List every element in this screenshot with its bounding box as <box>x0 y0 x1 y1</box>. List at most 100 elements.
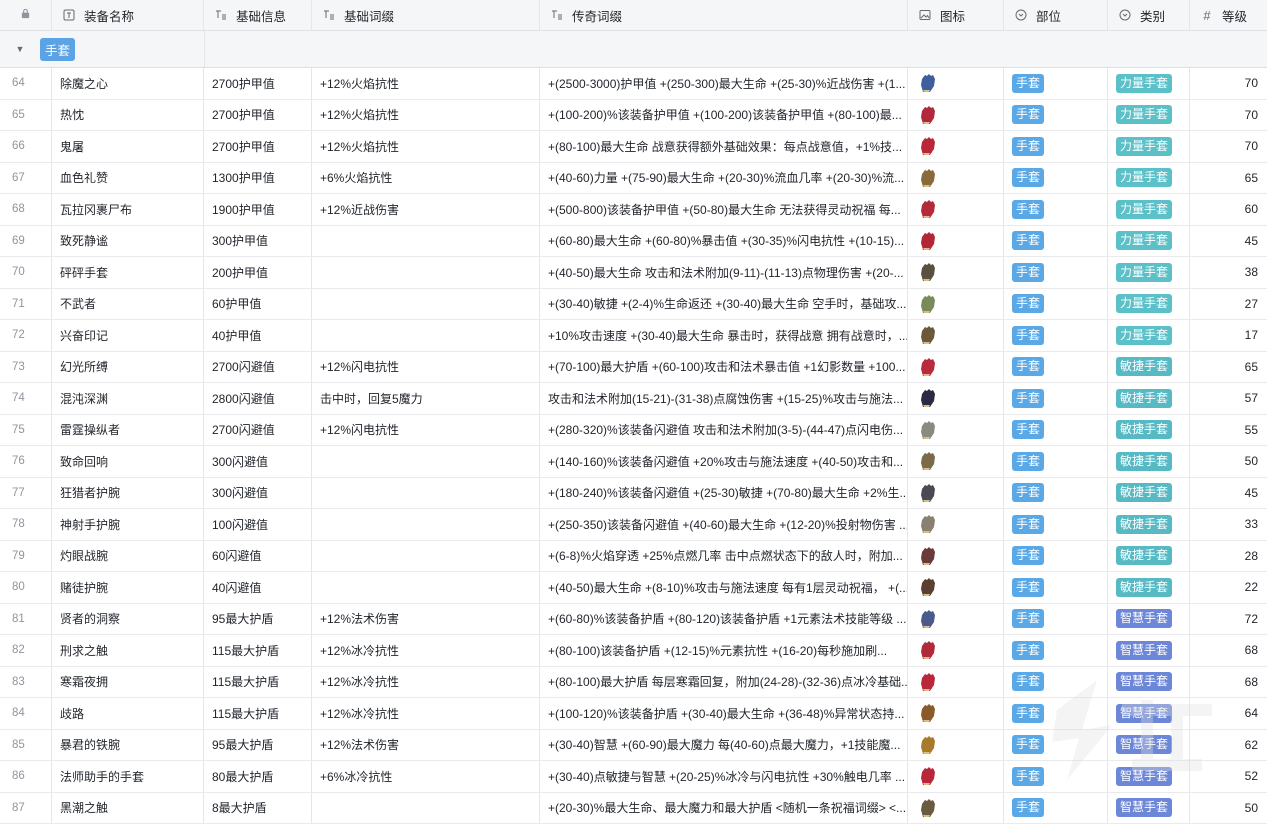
cell-name[interactable]: 刑求之触 <box>52 635 204 666</box>
cell-name[interactable]: 贤者的洞察 <box>52 604 204 635</box>
cell-slot[interactable]: 手套 <box>1004 572 1108 603</box>
cell-icon[interactable] <box>908 667 1004 698</box>
cell-legend[interactable]: +(40-60)力量 +(75-90)最大生命 +(20-30)%流血几率 +(… <box>540 163 908 194</box>
cell-name[interactable]: 混沌深渊 <box>52 383 204 414</box>
cell-name[interactable]: 血色礼赞 <box>52 163 204 194</box>
table-row[interactable]: 73幻光所缚2700闪避值+12%闪电抗性+(70-100)最大护盾 +(60-… <box>0 352 1267 384</box>
cell-legend[interactable]: +(60-80)%该装备护盾 +(80-120)该装备护盾 +1元素法术技能等级… <box>540 604 908 635</box>
table-row[interactable]: 67血色礼赞1300护甲值+6%火焰抗性+(40-60)力量 +(75-90)最… <box>0 163 1267 195</box>
table-row[interactable]: 64除魔之心2700护甲值+12%火焰抗性+(2500-3000)护甲值 +(2… <box>0 68 1267 100</box>
cell-name[interactable]: 黑潮之触 <box>52 793 204 824</box>
cell-info[interactable]: 2700闪避值 <box>204 352 312 383</box>
cell-name[interactable]: 暴君的铁腕 <box>52 730 204 761</box>
cell-type[interactable]: 智慧手套 <box>1108 793 1190 824</box>
cell-type[interactable]: 力量手套 <box>1108 194 1190 225</box>
cell-info[interactable]: 60闪避值 <box>204 541 312 572</box>
cell-base[interactable]: +12%火焰抗性 <box>312 100 540 131</box>
cell-icon[interactable] <box>908 446 1004 477</box>
cell-icon[interactable] <box>908 635 1004 666</box>
cell-info[interactable]: 2800闪避值 <box>204 383 312 414</box>
table-row[interactable]: 74混沌深渊2800闪避值击中时，回复5魔力攻击和法术附加(15-21)-(31… <box>0 383 1267 415</box>
cell-legend[interactable]: +(30-40)敏捷 +(2-4)%生命返还 +(30-40)最大生命 空手时，… <box>540 289 908 320</box>
cell-info[interactable]: 80最大护盾 <box>204 761 312 792</box>
cell-slot[interactable]: 手套 <box>1004 194 1108 225</box>
cell-legend[interactable]: 攻击和法术附加(15-21)-(31-38)点腐蚀伤害 +(15-25)%攻击与… <box>540 383 908 414</box>
cell-base[interactable] <box>312 226 540 257</box>
header-level[interactable]: # 等级 <box>1190 0 1267 30</box>
cell-info[interactable]: 95最大护盾 <box>204 730 312 761</box>
cell-slot[interactable]: 手套 <box>1004 635 1108 666</box>
cell-base[interactable]: +6%冰冷抗性 <box>312 761 540 792</box>
cell-name[interactable]: 寒霜夜拥 <box>52 667 204 698</box>
cell-name[interactable]: 歧路 <box>52 698 204 729</box>
cell-type[interactable]: 力量手套 <box>1108 131 1190 162</box>
cell-legend[interactable]: +(100-120)%该装备护盾 +(30-40)最大生命 +(36-48)%异… <box>540 698 908 729</box>
cell-level[interactable]: 60 <box>1190 194 1267 225</box>
cell-legend[interactable]: +(80-100)最大生命 战意获得额外基础效果：每点战意值，+1%技... <box>540 131 908 162</box>
cell-base[interactable] <box>312 478 540 509</box>
cell-name[interactable]: 神射手护腕 <box>52 509 204 540</box>
cell-name[interactable]: 法师助手的手套 <box>52 761 204 792</box>
cell-slot[interactable]: 手套 <box>1004 163 1108 194</box>
cell-type[interactable]: 敏捷手套 <box>1108 352 1190 383</box>
cell-type[interactable]: 智慧手套 <box>1108 730 1190 761</box>
cell-base[interactable]: +12%火焰抗性 <box>312 131 540 162</box>
cell-type[interactable]: 智慧手套 <box>1108 635 1190 666</box>
cell-type[interactable]: 力量手套 <box>1108 226 1190 257</box>
cell-icon[interactable] <box>908 68 1004 99</box>
cell-icon[interactable] <box>908 793 1004 824</box>
cell-slot[interactable]: 手套 <box>1004 604 1108 635</box>
header-legend[interactable]: 传奇词缀 <box>540 0 908 30</box>
cell-slot[interactable]: 手套 <box>1004 289 1108 320</box>
cell-icon[interactable] <box>908 131 1004 162</box>
cell-legend[interactable]: +(80-100)最大护盾 每层寒霜回复，附加(24-28)-(32-36)点冰… <box>540 667 908 698</box>
cell-info[interactable]: 8最大护盾 <box>204 793 312 824</box>
cell-level[interactable]: 70 <box>1190 68 1267 99</box>
table-row[interactable]: 80赌徒护腕40闪避值+(40-50)最大生命 +(8-10)%攻击与施法速度 … <box>0 572 1267 604</box>
table-row[interactable]: 79灼眼战腕60闪避值+(6-8)%火焰穿透 +25%点燃几率 击中点燃状态下的… <box>0 541 1267 573</box>
cell-legend[interactable]: +(250-350)该装备闪避值 +(40-60)最大生命 +(12-20)%投… <box>540 509 908 540</box>
cell-level[interactable]: 33 <box>1190 509 1267 540</box>
header-type[interactable]: 类别 <box>1108 0 1190 30</box>
cell-slot[interactable]: 手套 <box>1004 446 1108 477</box>
cell-slot[interactable]: 手套 <box>1004 257 1108 288</box>
cell-level[interactable]: 65 <box>1190 352 1267 383</box>
cell-icon[interactable] <box>908 761 1004 792</box>
cell-level[interactable]: 27 <box>1190 289 1267 320</box>
cell-name[interactable]: 兴奋印记 <box>52 320 204 351</box>
cell-level[interactable]: 70 <box>1190 100 1267 131</box>
table-row[interactable]: 65热忱2700护甲值+12%火焰抗性+(100-200)%该装备护甲值 +(1… <box>0 100 1267 132</box>
cell-info[interactable]: 2700闪避值 <box>204 415 312 446</box>
cell-legend[interactable]: +(2500-3000)护甲值 +(250-300)最大生命 +(25-30)%… <box>540 68 908 99</box>
cell-name[interactable]: 赌徒护腕 <box>52 572 204 603</box>
cell-type[interactable]: 敏捷手套 <box>1108 541 1190 572</box>
cell-name[interactable]: 幻光所缚 <box>52 352 204 383</box>
cell-level[interactable]: 17 <box>1190 320 1267 351</box>
cell-level[interactable]: 28 <box>1190 541 1267 572</box>
cell-slot[interactable]: 手套 <box>1004 478 1108 509</box>
cell-legend[interactable]: +(20-30)%最大生命、最大魔力和最大护盾 <随机一条祝福词缀> <... <box>540 793 908 824</box>
cell-info[interactable]: 40闪避值 <box>204 572 312 603</box>
cell-base[interactable]: +12%闪电抗性 <box>312 415 540 446</box>
header-name[interactable]: 装备名称 <box>52 0 204 30</box>
cell-slot[interactable]: 手套 <box>1004 509 1108 540</box>
cell-level[interactable]: 50 <box>1190 793 1267 824</box>
cell-base[interactable]: +12%冰冷抗性 <box>312 667 540 698</box>
table-row[interactable]: 78神射手护腕100闪避值+(250-350)该装备闪避值 +(40-60)最大… <box>0 509 1267 541</box>
cell-base[interactable] <box>312 320 540 351</box>
cell-legend[interactable]: +(500-800)该装备护甲值 +(50-80)最大生命 无法获得灵动祝福 每… <box>540 194 908 225</box>
cell-icon[interactable] <box>908 289 1004 320</box>
table-row[interactable]: 71不武者60护甲值+(30-40)敏捷 +(2-4)%生命返还 +(30-40… <box>0 289 1267 321</box>
cell-icon[interactable] <box>908 352 1004 383</box>
cell-level[interactable]: 55 <box>1190 415 1267 446</box>
cell-info[interactable]: 1300护甲值 <box>204 163 312 194</box>
cell-slot[interactable]: 手套 <box>1004 793 1108 824</box>
cell-icon[interactable] <box>908 100 1004 131</box>
cell-info[interactable]: 2700护甲值 <box>204 68 312 99</box>
cell-level[interactable]: 65 <box>1190 163 1267 194</box>
cell-level[interactable]: 68 <box>1190 635 1267 666</box>
cell-legend[interactable]: +(30-40)点敏捷与智慧 +(20-25)%冰冷与闪电抗性 +30%触电几率… <box>540 761 908 792</box>
cell-type[interactable]: 敏捷手套 <box>1108 415 1190 446</box>
cell-info[interactable]: 115最大护盾 <box>204 635 312 666</box>
cell-name[interactable]: 灼眼战腕 <box>52 541 204 572</box>
